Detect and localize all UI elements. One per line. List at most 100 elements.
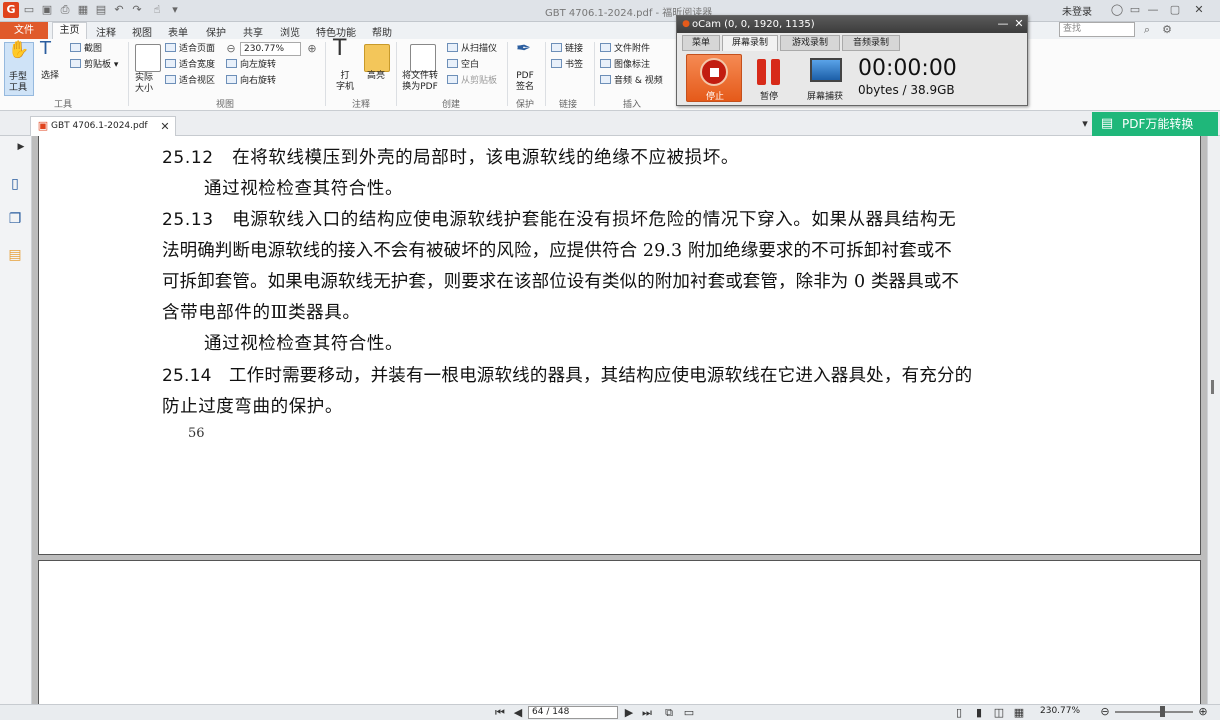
menu-comment[interactable]: 注释	[96, 24, 116, 39]
from-clipboard-button[interactable]: 从剪贴板	[447, 74, 497, 88]
doc-line: 含带电部件的Ⅲ类器具。	[162, 303, 361, 323]
blank-button[interactable]: 空白	[447, 58, 479, 72]
convert-to-pdf-button[interactable]: 将文件转 换为PDF	[402, 71, 438, 93]
ocam-capture-button[interactable]: 屏幕捕获	[807, 89, 843, 102]
minimize-icon[interactable]: —	[1146, 3, 1160, 17]
group-label-comment: 注释	[352, 100, 371, 110]
hand-icon: ✋	[8, 40, 30, 60]
image-annotation-button[interactable]: 图像标注	[600, 58, 650, 72]
print-icon[interactable]: ⎙	[58, 3, 72, 17]
undo-icon[interactable]: ↶	[112, 3, 126, 17]
ocam-timer: 00:00:00	[858, 56, 957, 81]
menu-share[interactable]: 共享	[243, 24, 263, 39]
fit-page-button[interactable]: 适合页面	[165, 42, 215, 56]
screenshot-button[interactable]: 截图	[70, 42, 102, 56]
minimize-ribbon-icon[interactable]: ▭	[1128, 3, 1142, 17]
select-button[interactable]: 选择	[41, 71, 59, 82]
zoom-select[interactable]: 230.77%	[240, 42, 301, 56]
attachment-icon	[600, 43, 611, 52]
next-page-icon[interactable]: ▶	[622, 706, 636, 720]
clipboard-icon	[70, 59, 81, 68]
tab-list-icon[interactable]: ▾	[1078, 117, 1092, 131]
rotate-left-button[interactable]: 向左旋转	[226, 58, 276, 72]
continuous-icon[interactable]: ▮	[972, 706, 986, 720]
ocam-tab-menu[interactable]: 菜单	[682, 35, 720, 51]
settings-icon[interactable]: ⚙	[1160, 23, 1174, 37]
menu-browse[interactable]: 浏览	[280, 24, 300, 39]
menu-home[interactable]: 主页	[52, 22, 87, 39]
menu-view[interactable]: 视图	[132, 24, 152, 39]
menu-help[interactable]: 帮助	[372, 24, 392, 39]
search-icon[interactable]: ⌕	[1140, 23, 1154, 37]
audio-video-button[interactable]: 音频 & 视频	[600, 74, 663, 88]
ocam-title: oCam (0, 0, 1920, 1135)	[677, 16, 1027, 33]
save-icon[interactable]: ▣	[40, 3, 54, 17]
tab-close-icon[interactable]: ✕	[158, 120, 172, 134]
skin-icon[interactable]: ◯	[1110, 3, 1124, 17]
ocam-stop-label: 停止	[706, 92, 725, 102]
ocam-tab-audio-record[interactable]: 音频录制	[842, 35, 900, 51]
pause-icon[interactable]	[757, 59, 766, 85]
from-scanner-button[interactable]: 从扫描仪	[447, 42, 497, 56]
redo-icon[interactable]: ↷	[130, 3, 144, 17]
pdf-file-icon: ▣	[37, 119, 49, 132]
ocam-pause-button[interactable]: 暂停	[760, 89, 778, 102]
facing-icon[interactable]: ◫	[992, 706, 1006, 720]
ocam-tab-game-record[interactable]: 游戏录制	[780, 35, 840, 51]
bookmark-button[interactable]: 书签	[551, 58, 583, 72]
link-button[interactable]: 链接	[551, 42, 583, 56]
zoom-in-status-icon[interactable]: ⊕	[1196, 705, 1210, 719]
menu-file[interactable]: 文件	[0, 22, 48, 39]
customize-icon[interactable]: ▾	[168, 3, 182, 17]
zoom-slider-thumb[interactable]	[1160, 706, 1165, 717]
menu-form[interactable]: 表单	[168, 24, 188, 39]
separator	[128, 42, 129, 106]
maximize-icon[interactable]: ▢	[1168, 3, 1182, 17]
pages-panel-icon[interactable]: ❐	[8, 212, 22, 226]
fit-view-button[interactable]: 适合视区	[165, 74, 215, 88]
zoom-in-icon[interactable]: ⊕	[305, 42, 319, 56]
ocam-close-icon[interactable]: ✕	[1012, 17, 1026, 31]
actual-size-button[interactable]: 实际 大小	[135, 73, 153, 95]
close-icon[interactable]: ✕	[1192, 3, 1206, 17]
screen-capture-icon[interactable]	[810, 58, 842, 82]
zoom-out-status-icon[interactable]: ⊖	[1098, 705, 1112, 719]
fit-width-button[interactable]: 适合宽度	[165, 58, 215, 72]
single-page-icon[interactable]: ▯	[952, 706, 966, 720]
panel-expand-icon[interactable]: ▶	[14, 140, 28, 154]
zoom-out-icon[interactable]: ⊖	[224, 42, 238, 56]
bookmark-icon	[551, 59, 562, 68]
menu-protect[interactable]: 保护	[206, 24, 226, 39]
ocam-file-size: 0bytes / 38.9GB	[858, 83, 955, 97]
typewriter-button[interactable]: 打 字机	[336, 71, 354, 93]
page-number-input[interactable]: 64 / 148	[528, 706, 618, 719]
highlight-button[interactable]: 高亮	[367, 71, 385, 82]
scroll-thumb[interactable]	[1211, 380, 1214, 394]
pause-icon[interactable]	[771, 59, 780, 85]
rotate-right-button[interactable]: 向右旋转	[226, 74, 276, 88]
view-mode-icon[interactable]: ⧉	[662, 706, 676, 720]
convert-icon: ▤	[1100, 116, 1114, 131]
screenshot-quick-icon[interactable]: ▦	[76, 3, 90, 17]
last-page-icon[interactable]: ⏭	[640, 706, 654, 720]
ocam-minimize-icon[interactable]: —	[996, 17, 1010, 31]
pdf-quick-icon[interactable]: ▤	[94, 3, 108, 17]
open-icon[interactable]: ▭	[22, 3, 36, 17]
first-page-icon[interactable]: ⏮	[493, 706, 507, 720]
document-tab[interactable]: GBT 4706.1-2024.pdf	[30, 116, 176, 136]
search-input[interactable]: 查找	[1059, 22, 1135, 37]
prev-page-icon[interactable]: ◀	[511, 706, 525, 720]
ocam-tab-screen-record[interactable]: 屏幕录制	[722, 35, 778, 51]
file-attachment-button[interactable]: 文件附件	[600, 42, 650, 56]
zoom-level[interactable]: 230.77%	[1040, 706, 1080, 716]
bookmarks-panel-icon[interactable]: ▯	[8, 177, 22, 191]
zoom-slider[interactable]	[1115, 711, 1193, 713]
clipboard-button[interactable]: 剪贴板 ▾	[70, 58, 118, 72]
login-button[interactable]: 未登录	[1062, 3, 1092, 18]
hand-quick-icon[interactable]: ☝	[150, 3, 164, 17]
page-view-icon[interactable]: ▭	[682, 706, 696, 720]
facing-continuous-icon[interactable]: ▦	[1012, 706, 1026, 720]
pdf-sign-button[interactable]: PDF 签名	[516, 71, 534, 93]
vertical-scrollbar[interactable]	[1207, 136, 1220, 704]
comments-panel-icon[interactable]: ▤	[8, 248, 22, 262]
